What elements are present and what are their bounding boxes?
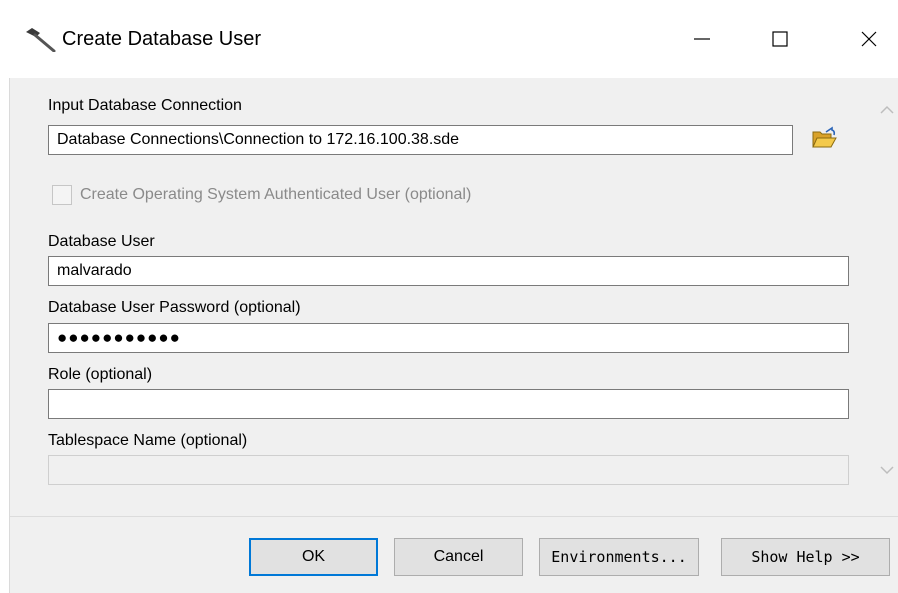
title-bar: Create Database User: [0, 0, 898, 78]
password-field[interactable]: ●●●●●●●●●●●: [48, 323, 849, 353]
input-connection-field[interactable]: Database Connections\Connection to 172.1…: [48, 125, 793, 155]
browse-button[interactable]: [806, 120, 842, 156]
role-label: Role (optional): [48, 366, 153, 383]
footer-separator: [10, 516, 898, 517]
scroll-down-icon[interactable]: [879, 462, 895, 478]
show-help-button[interactable]: Show Help >>: [721, 538, 890, 576]
database-user-label: Database User: [48, 233, 155, 250]
dialog-body: Input Database Connection Database Conne…: [9, 78, 898, 593]
environments-button[interactable]: Environments...: [539, 538, 699, 576]
scroll-up-icon[interactable]: [879, 102, 895, 118]
close-icon: [861, 31, 877, 47]
close-button[interactable]: [840, 16, 898, 62]
maximize-button[interactable]: [750, 16, 810, 62]
open-folder-icon: [812, 126, 837, 148]
tablespace-label: Tablespace Name (optional): [48, 432, 248, 449]
database-user-field[interactable]: malvarado: [48, 256, 849, 286]
ok-button[interactable]: OK: [249, 538, 378, 576]
tablespace-field: [48, 455, 849, 485]
vertical-scrollbar[interactable]: [875, 78, 898, 516]
os-auth-label: Create Operating System Authenticated Us…: [80, 186, 472, 203]
role-field[interactable]: [48, 389, 849, 419]
input-connection-label: Input Database Connection: [48, 97, 242, 114]
os-auth-checkbox[interactable]: [52, 185, 72, 205]
minimize-button[interactable]: [672, 16, 732, 62]
cancel-button[interactable]: Cancel: [394, 538, 523, 576]
maximize-icon: [772, 31, 788, 47]
window-title: Create Database User: [62, 28, 261, 50]
minimize-icon: [694, 38, 710, 40]
password-label: Database User Password (optional): [48, 299, 301, 316]
hammer-icon: [22, 26, 56, 53]
